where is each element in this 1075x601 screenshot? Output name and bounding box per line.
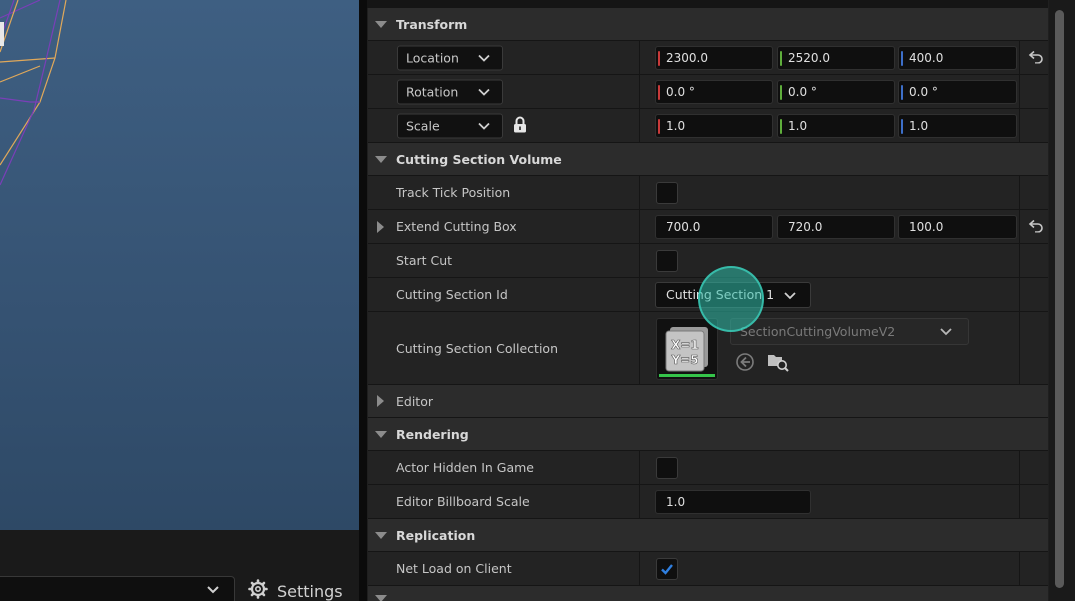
section-replication[interactable]: Replication <box>368 519 1048 552</box>
row-rotation: Rotation 0.0 ° 0.0 ° 0.0 ° <box>368 75 1048 109</box>
section-title: Transform <box>396 16 468 32</box>
property-label: Actor Hidden In Game <box>396 460 534 475</box>
row-actor-hidden-in-game: Actor Hidden In Game <box>368 451 1048 485</box>
section-title: Replication <box>396 527 476 543</box>
rotation-z-field[interactable]: 0.0 ° <box>898 79 1017 104</box>
location-y-field[interactable]: 2520.0 <box>777 45 895 70</box>
svg-text:X=1: X=1 <box>671 338 699 352</box>
details-scrollbar[interactable] <box>1049 0 1075 601</box>
panel-splitter[interactable] <box>359 0 367 601</box>
rotation-mode-combo[interactable]: Rotation <box>397 79 503 104</box>
location-x-field[interactable]: 2300.0 <box>655 45 773 70</box>
scale-z-field[interactable]: 1.0 <box>898 113 1017 138</box>
net-load-on-client-checkbox[interactable] <box>656 557 678 580</box>
editor-billboard-scale-field[interactable]: 1.0 <box>655 489 811 514</box>
property-label: Cutting Section Id <box>396 287 508 302</box>
expand-arrow-icon[interactable] <box>377 220 384 233</box>
row-start-cut: Start Cut <box>368 244 1048 278</box>
row-cutting-section-collection: Cutting Section Collection X=1 Y=5 Secti… <box>368 312 1048 385</box>
property-label: Track Tick Position <box>396 185 511 200</box>
location-z-field[interactable]: 400.0 <box>898 45 1017 70</box>
row-track-tick-position: Track Tick Position <box>368 176 1048 210</box>
actor-hidden-in-game-checkbox[interactable] <box>656 456 678 479</box>
section-cutting-section-volume[interactable]: Cutting Section Volume <box>368 143 1048 176</box>
scale-y-field[interactable]: 1.0 <box>777 113 895 138</box>
rotation-x-field[interactable]: 0.0 ° <box>655 79 773 104</box>
property-label: Start Cut <box>396 253 453 268</box>
section-transform[interactable]: Transform <box>368 8 1048 41</box>
scale-x-field[interactable]: 1.0 <box>655 113 773 138</box>
property-label: Editor Billboard Scale <box>396 494 530 509</box>
expand-arrow-icon <box>375 532 387 539</box>
reset-arrow-icon[interactable] <box>1028 218 1044 235</box>
section-title: Cutting Section Volume <box>396 151 562 167</box>
section-next-collapsed[interactable] <box>368 586 1048 601</box>
expand-arrow-icon <box>375 21 387 28</box>
chevron-down-icon <box>940 326 952 341</box>
section-rendering[interactable]: Rendering <box>368 418 1048 451</box>
row-cutting-section-id: Cutting Section Id Cutting Section 1 <box>368 278 1048 312</box>
scrollbar-thumb[interactable] <box>1055 10 1064 588</box>
property-label: Net Load on Client <box>396 561 512 576</box>
svg-text:Y=5: Y=5 <box>670 353 698 367</box>
track-tick-position-checkbox[interactable] <box>656 181 678 204</box>
data-table-icon: X=1 Y=5 <box>665 327 708 372</box>
chevron-down-icon <box>478 86 490 101</box>
chevron-down-icon <box>784 290 796 305</box>
row-extend-cutting-box: Extend Cutting Box 700.0 720.0 100.0 <box>368 210 1048 244</box>
row-editor-billboard-scale: Editor Billboard Scale 1.0 <box>368 485 1048 519</box>
extend-box-y-field[interactable]: 720.0 <box>777 214 895 239</box>
expand-arrow-icon <box>375 595 387 601</box>
property-label: Cutting Section Collection <box>396 340 558 356</box>
scale-mode-combo[interactable]: Scale <box>397 113 503 138</box>
settings-button[interactable]: Settings <box>248 578 343 601</box>
settings-label: Settings <box>277 581 343 601</box>
asset-picker-combo[interactable]: SectionCuttingVolumeV2 <box>730 318 969 345</box>
chevron-down-icon <box>478 52 490 67</box>
extend-box-x-field[interactable]: 700.0 <box>655 214 773 239</box>
details-panel: Transform Location 2300.0 2520.0 400.0 R… <box>367 0 1075 601</box>
browse-folder-search-icon[interactable] <box>767 352 789 375</box>
asset-thumbnail[interactable]: X=1 Y=5 <box>656 318 718 380</box>
property-label: Extend Cutting Box <box>396 219 517 234</box>
section-title: Rendering <box>396 426 469 442</box>
chevron-down-icon <box>206 583 220 600</box>
row-net-load-on-client: Net Load on Client <box>368 552 1048 586</box>
chevron-down-icon <box>478 120 490 135</box>
level-viewport[interactable] <box>0 0 359 530</box>
location-mode-combo[interactable]: Location <box>397 45 503 70</box>
asset-type-underline <box>659 374 715 377</box>
row-location: Location 2300.0 2520.0 400.0 <box>368 41 1048 75</box>
gear-icon <box>248 579 268 601</box>
cutting-section-id-dropdown[interactable]: Cutting Section 1 <box>655 281 811 308</box>
checkmark-icon <box>661 563 673 575</box>
extend-box-z-field[interactable]: 100.0 <box>898 214 1017 239</box>
lock-icon[interactable] <box>513 116 527 136</box>
expand-arrow-icon <box>377 395 384 407</box>
wireframe-volume <box>0 0 67 186</box>
rotation-y-field[interactable]: 0.0 ° <box>777 79 895 104</box>
section-title: Editor <box>396 393 433 409</box>
row-scale: Scale 1.0 1.0 1.0 <box>368 109 1048 143</box>
reset-arrow-icon[interactable] <box>1028 49 1044 66</box>
expand-arrow-icon <box>375 431 387 438</box>
expand-arrow-icon <box>375 156 387 163</box>
use-selected-arrow-icon[interactable] <box>735 352 755 375</box>
viewport-options-dropdown[interactable] <box>0 576 235 601</box>
section-editor[interactable]: Editor <box>368 385 1048 418</box>
start-cut-checkbox[interactable] <box>656 249 678 272</box>
